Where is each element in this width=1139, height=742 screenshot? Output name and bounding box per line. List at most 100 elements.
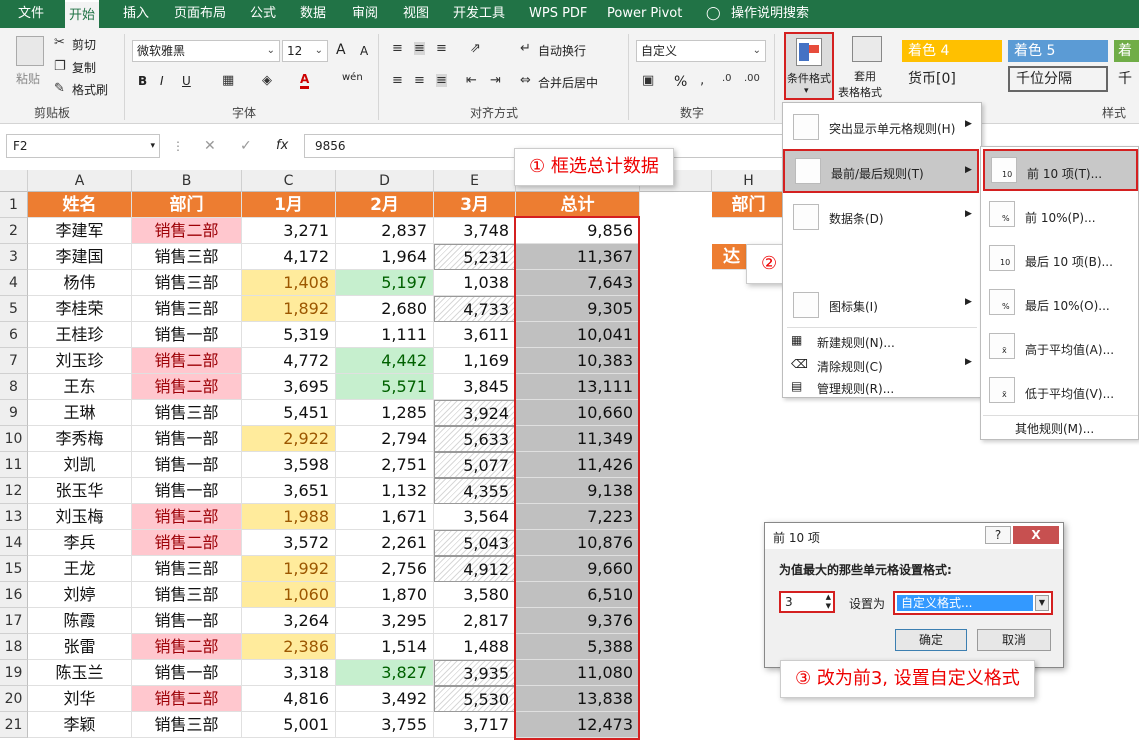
- menu-manage-rules[interactable]: ▤ 管理规则(R)...: [783, 375, 981, 399]
- align-center-icon[interactable]: ≡: [414, 74, 425, 87]
- submenu-below-average[interactable]: x̄ 低于平均值(V)...: [983, 371, 1138, 413]
- cell-m1[interactable]: 1,892: [242, 296, 336, 322]
- cell-name[interactable]: 张玉华: [28, 478, 132, 504]
- shrink-font-button[interactable]: A: [360, 44, 368, 58]
- cell-m3[interactable]: 1,488: [434, 634, 516, 660]
- percent-button[interactable]: %: [674, 74, 687, 90]
- side-header-dept[interactable]: 部门: [712, 192, 786, 218]
- row-header[interactable]: 15: [0, 556, 28, 582]
- cell-dept[interactable]: 销售三部: [132, 400, 242, 426]
- row-header[interactable]: 16: [0, 582, 28, 608]
- cell-m2[interactable]: 5,197: [336, 270, 434, 296]
- header-dept[interactable]: 部门: [132, 192, 242, 218]
- cell-m1[interactable]: 5,319: [242, 322, 336, 348]
- cell-dept[interactable]: 销售一部: [132, 426, 242, 452]
- cell-m2[interactable]: 5,571: [336, 374, 434, 400]
- cell-m1[interactable]: 3,264: [242, 608, 336, 634]
- cell-m1[interactable]: 5,001: [242, 712, 336, 738]
- cell-name[interactable]: 李建国: [28, 244, 132, 270]
- row-header[interactable]: 17: [0, 608, 28, 634]
- submenu-bottom10pct[interactable]: % 最后 10%(O)...: [983, 283, 1138, 325]
- tab-view[interactable]: 视图: [403, 0, 429, 28]
- select-all-corner[interactable]: [0, 170, 28, 192]
- cell-m3[interactable]: 3,748: [434, 218, 516, 244]
- cell-name[interactable]: 刘婷: [28, 582, 132, 608]
- cell-m3[interactable]: 5,077: [434, 452, 516, 478]
- tab-formulas[interactable]: 公式: [250, 0, 276, 28]
- italic-button[interactable]: I: [160, 74, 164, 88]
- cell-m3[interactable]: 3,611: [434, 322, 516, 348]
- underline-button[interactable]: U: [182, 74, 191, 88]
- cell-dept[interactable]: 销售一部: [132, 478, 242, 504]
- row-header[interactable]: 8: [0, 374, 28, 400]
- count-stepper[interactable]: 3 ▲ ▼: [779, 591, 835, 613]
- menu-top-bottom-rules[interactable]: 最前/最后规则(T) ▶: [783, 149, 979, 193]
- cell-dept[interactable]: 销售三部: [132, 296, 242, 322]
- row-header[interactable]: 9: [0, 400, 28, 426]
- row-header[interactable]: 7: [0, 348, 28, 374]
- cell-m1[interactable]: 4,772: [242, 348, 336, 374]
- cell-name[interactable]: 王东: [28, 374, 132, 400]
- cell-m1[interactable]: 5,451: [242, 400, 336, 426]
- tab-power-pivot[interactable]: Power Pivot: [607, 0, 682, 28]
- cell-m2[interactable]: 2,680: [336, 296, 434, 322]
- cell-m3[interactable]: 3,564: [434, 504, 516, 530]
- table-format-button-line2[interactable]: 表格格式: [838, 84, 882, 100]
- cell-m1[interactable]: 3,598: [242, 452, 336, 478]
- cell-name[interactable]: 王桂珍: [28, 322, 132, 348]
- cancel-icon[interactable]: ✕: [204, 138, 216, 154]
- row-header[interactable]: 12: [0, 478, 28, 504]
- font-size-select[interactable]: 12 ⌄: [282, 40, 328, 62]
- cell-dept[interactable]: 销售三部: [132, 244, 242, 270]
- border-icon[interactable]: ▦: [222, 74, 234, 87]
- cell-name[interactable]: 陈玉兰: [28, 660, 132, 686]
- fill-color-icon[interactable]: ◈: [262, 74, 272, 87]
- cell-dept[interactable]: 销售二部: [132, 374, 242, 400]
- tab-insert[interactable]: 插入: [123, 0, 149, 28]
- submenu-top10[interactable]: 10 前 10 项(T)...: [983, 149, 1138, 191]
- cell-m3[interactable]: 5,231: [434, 244, 516, 270]
- row-header[interactable]: 20: [0, 686, 28, 712]
- tab-developer[interactable]: 开发工具: [453, 0, 505, 28]
- cell-m1[interactable]: 3,271: [242, 218, 336, 244]
- tab-home[interactable]: 开始: [65, 0, 100, 28]
- cut-button[interactable]: 剪切: [72, 36, 96, 53]
- format-painter-button[interactable]: 格式刷: [72, 81, 108, 98]
- tab-review[interactable]: 审阅: [352, 0, 378, 28]
- cell-m1[interactable]: 3,695: [242, 374, 336, 400]
- cell-m2[interactable]: 3,755: [336, 712, 434, 738]
- decrease-indent-icon[interactable]: ⇤: [466, 74, 477, 87]
- cell-name[interactable]: 王琳: [28, 400, 132, 426]
- cell-m3[interactable]: 4,912: [434, 556, 516, 582]
- cell-m2[interactable]: 3,492: [336, 686, 434, 712]
- row-header[interactable]: 19: [0, 660, 28, 686]
- phonetic-button[interactable]: wén: [342, 72, 363, 83]
- comma-style-icon[interactable]: ‚: [700, 74, 704, 87]
- cell-m2[interactable]: 1,514: [336, 634, 434, 660]
- header-mar[interactable]: 3月: [434, 192, 516, 218]
- cell-m2[interactable]: 4,442: [336, 348, 434, 374]
- close-button[interactable]: X: [1013, 526, 1059, 544]
- orientation-icon[interactable]: ⇗: [470, 42, 481, 55]
- style-accent6[interactable]: 着色: [1114, 40, 1139, 62]
- column-header-d[interactable]: D: [336, 170, 434, 192]
- align-left-icon[interactable]: ≡: [392, 74, 403, 87]
- cell-m3[interactable]: 4,355: [434, 478, 516, 504]
- tab-data[interactable]: 数据: [300, 0, 326, 28]
- insert-function-button[interactable]: fx: [276, 138, 288, 153]
- row-header[interactable]: 5: [0, 296, 28, 322]
- cell-m3[interactable]: 3,924: [434, 400, 516, 426]
- column-header-e[interactable]: E: [434, 170, 516, 192]
- align-right-icon[interactable]: ≡: [436, 74, 447, 87]
- wrap-text-button[interactable]: 自动换行: [538, 42, 586, 59]
- cell-m1[interactable]: 2,386: [242, 634, 336, 660]
- cell-m2[interactable]: 1,964: [336, 244, 434, 270]
- cell-dept[interactable]: 销售二部: [132, 218, 242, 244]
- ok-button[interactable]: 确定: [895, 629, 967, 651]
- font-color-button[interactable]: A: [300, 72, 310, 89]
- cell-name[interactable]: 张雷: [28, 634, 132, 660]
- cell-m3[interactable]: 4,733: [434, 296, 516, 322]
- cell-m2[interactable]: 1,285: [336, 400, 434, 426]
- cell-m3[interactable]: 3,845: [434, 374, 516, 400]
- increase-decimal-icon[interactable]: .0: [722, 74, 732, 84]
